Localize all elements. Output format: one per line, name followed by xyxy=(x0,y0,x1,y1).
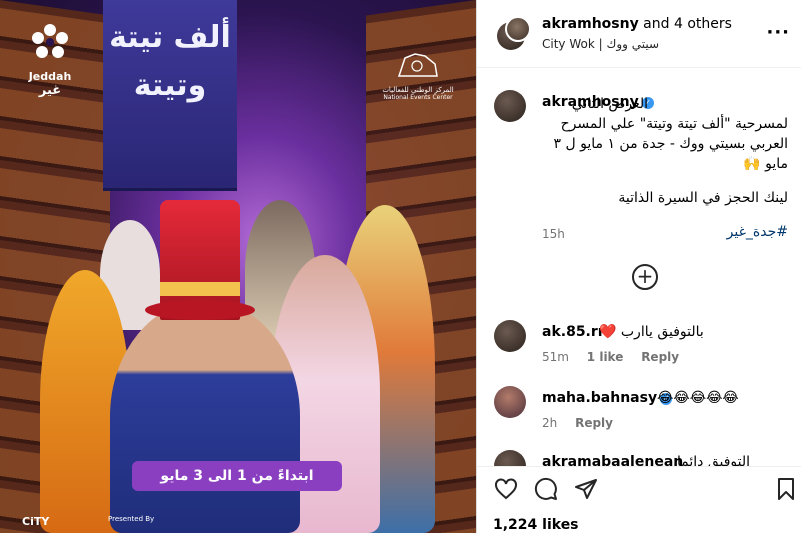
comment-username-row: maha.bahnasy ✓ xyxy=(542,390,673,406)
comment-meta: 2h Reply xyxy=(542,416,627,430)
presented-by: Presented By xyxy=(108,515,155,523)
jeddah-logo: Jeddah غير xyxy=(22,22,78,98)
jeddah-logo-ar: غير xyxy=(38,83,62,98)
jeddah-logo-en: Jeddah xyxy=(28,70,72,83)
comment-icon[interactable] xyxy=(534,477,558,501)
hat-brim xyxy=(145,300,255,320)
nec-mark-icon xyxy=(397,53,438,77)
avatar[interactable] xyxy=(494,320,526,352)
header-username[interactable]: akramhosny xyxy=(542,16,639,32)
nec-en: National Events Center xyxy=(383,94,453,101)
date-badge: ابتداءً من 1 الى 3 مايو xyxy=(132,461,342,491)
avatar[interactable] xyxy=(505,16,531,42)
banner-title: ألف تيتة وتيتة xyxy=(109,20,231,103)
action-bar: 1,224 likes xyxy=(477,466,801,534)
comment-text: بالتوفيق ياارب ❤️ xyxy=(599,324,704,340)
reply-button[interactable]: Reply xyxy=(641,350,679,364)
flower-icon xyxy=(32,24,68,58)
caption-line2: لينك الحجز في السيرة الذاتية xyxy=(618,190,788,206)
header-users: akramhosny and 4 others xyxy=(542,16,732,32)
save-icon[interactable] xyxy=(774,477,798,501)
post-time[interactable]: 15h xyxy=(542,227,565,241)
nec-logo: المركز الوطني للفعاليات National Events … xyxy=(378,50,458,101)
title-banner: ألف تيتة وتيتة xyxy=(103,0,237,191)
hat-band xyxy=(160,282,240,296)
post-panel: akramhosny and 4 others City Wok | سيتي … xyxy=(476,0,801,534)
comment-time[interactable]: 2h xyxy=(542,416,557,430)
character-ringmaster xyxy=(110,300,300,533)
header-location[interactable]: City Wok | سيتي ووك xyxy=(542,37,659,51)
heart-icon[interactable] xyxy=(494,477,518,501)
comment-time[interactable]: 51m xyxy=(542,350,569,364)
reply-button[interactable]: Reply xyxy=(575,416,613,430)
comment-meta: 51m 1 like Reply xyxy=(542,350,693,364)
caption-avatar[interactable] xyxy=(494,90,526,122)
city-logo: CiTY xyxy=(22,515,50,528)
comment-username[interactable]: maha.bahnasy xyxy=(542,390,657,406)
comment-likes[interactable]: 1 like xyxy=(587,350,624,364)
caption-text: العرض التاني لمسرحية "ألف تيتة وتيتة" عل… xyxy=(542,94,789,242)
caption-line1: العرض التاني لمسرحية "ألف تيتة وتيتة" عل… xyxy=(553,96,789,172)
share-icon[interactable] xyxy=(574,477,598,501)
comment-text: 😂😂😂😂😂 xyxy=(657,390,739,406)
likes-count[interactable]: 1,224 likes xyxy=(493,517,579,533)
nec-ar: المركز الوطني للفعاليات xyxy=(382,86,454,94)
header-and-others[interactable]: and 4 others xyxy=(643,16,732,32)
avatar[interactable] xyxy=(494,386,526,418)
caption-hashtag[interactable]: #جدة_غير xyxy=(542,222,788,242)
post-header: akramhosny and 4 others City Wok | سيتي … xyxy=(477,0,801,68)
post-image[interactable]: ألف تيتة وتيتة Jeddah غير المركز الوطني … xyxy=(0,0,476,533)
more-options-button[interactable]: ··· xyxy=(766,22,790,43)
add-comment-icon[interactable]: + xyxy=(632,264,658,290)
comment-username[interactable]: ak.85.rr xyxy=(542,324,605,340)
